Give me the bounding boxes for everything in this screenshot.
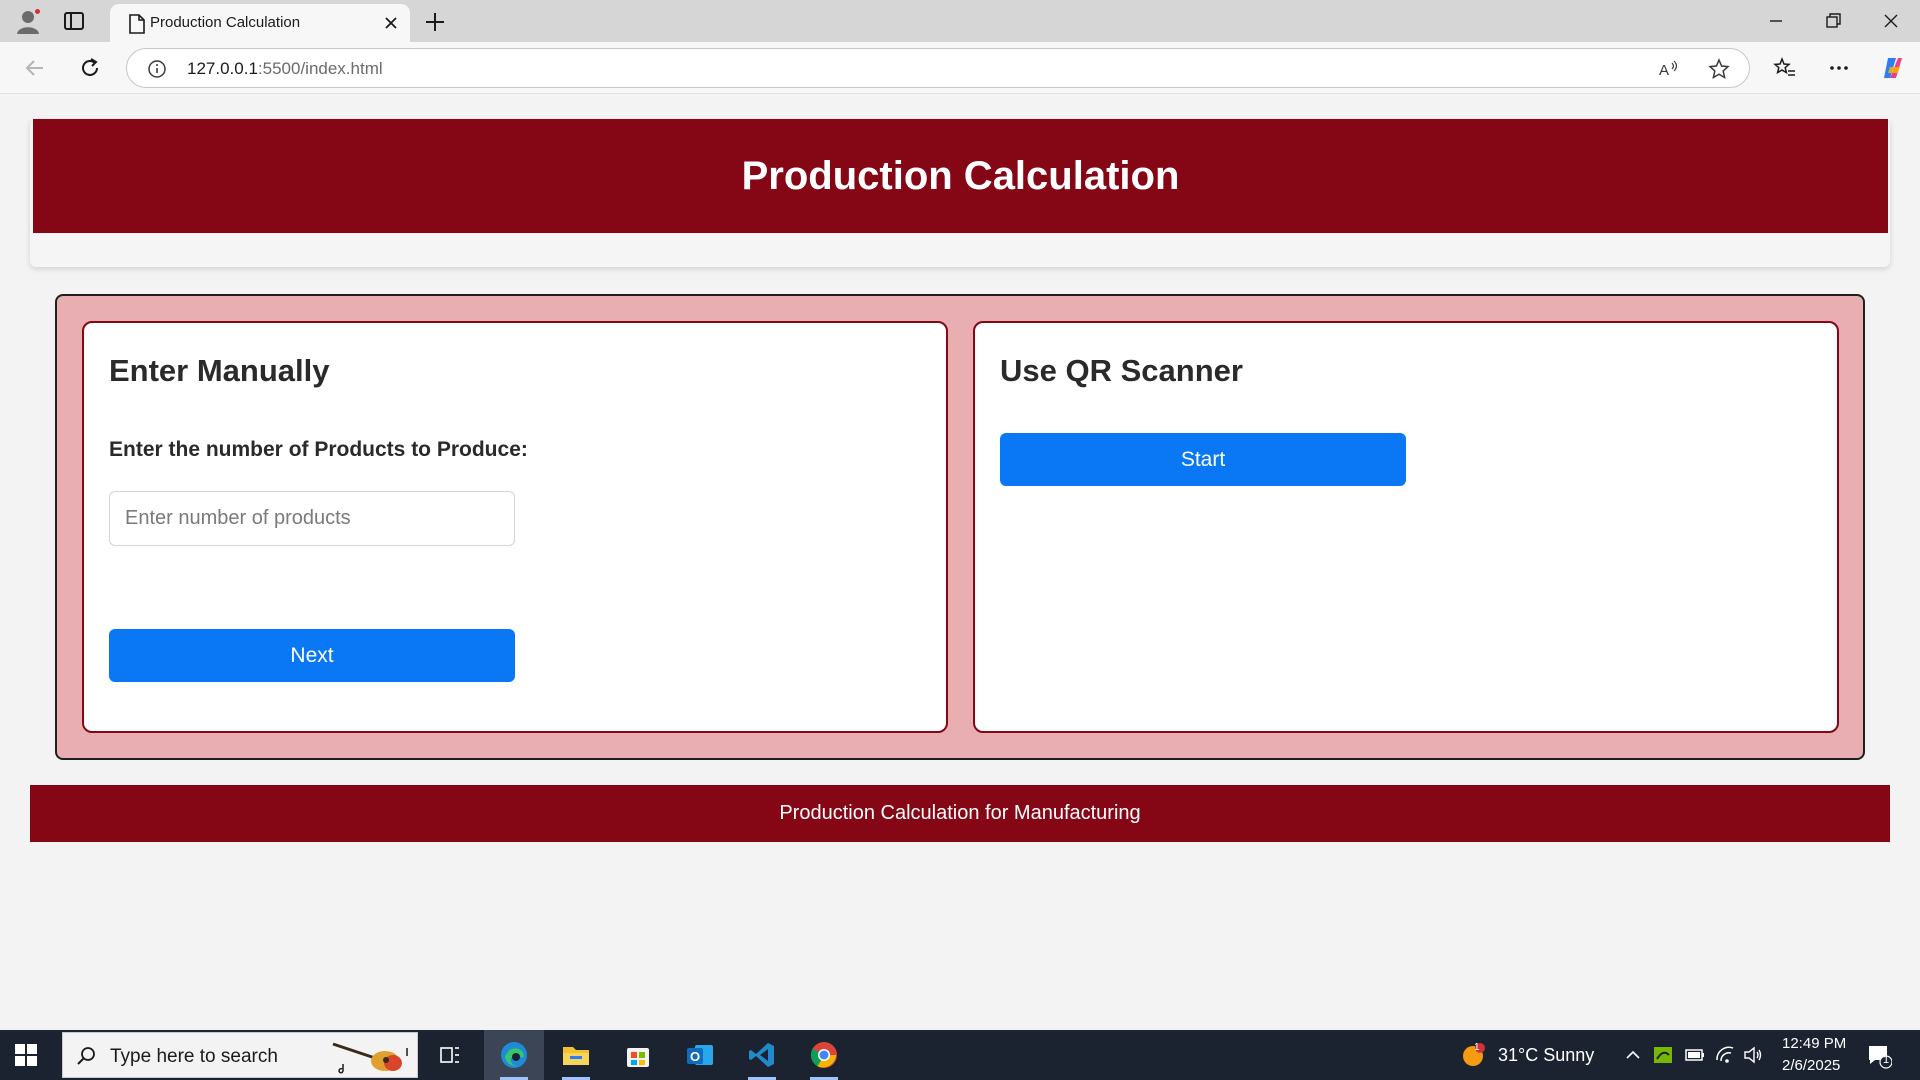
qr-scanner-card: Use QR Scanner Start bbox=[973, 321, 1839, 733]
windows-start-icon[interactable] bbox=[14, 1043, 38, 1067]
page-viewport: Production Calculation Enter Manually En… bbox=[5, 95, 1915, 1025]
page-title: Production Calculation bbox=[741, 153, 1180, 198]
outlook-icon[interactable]: O bbox=[670, 1030, 730, 1080]
wifi-icon[interactable] bbox=[1714, 1044, 1736, 1066]
notification-count: 1 bbox=[1883, 1054, 1890, 1066]
site-info-icon[interactable] bbox=[147, 59, 167, 79]
edge-browser-icon[interactable] bbox=[484, 1030, 544, 1080]
search-placeholder: Type here to search bbox=[110, 1046, 278, 1067]
file-explorer-icon[interactable] bbox=[546, 1030, 606, 1080]
start-scan-button[interactable]: Start bbox=[1000, 433, 1406, 486]
page-document-icon bbox=[128, 14, 146, 34]
notification-dot bbox=[33, 7, 42, 16]
product-count-label: Enter the number of Products to Produce: bbox=[109, 438, 528, 461]
search-icon bbox=[75, 1045, 97, 1067]
new-tab-plus-icon[interactable] bbox=[422, 9, 448, 35]
profile-avatar-icon[interactable] bbox=[14, 7, 42, 35]
clock-date[interactable]: 2/6/2025 bbox=[1782, 1057, 1840, 1074]
manual-entry-heading: Enter Manually bbox=[109, 353, 330, 388]
favorites-icon[interactable] bbox=[1772, 55, 1798, 81]
tab-actions-icon[interactable] bbox=[62, 9, 86, 33]
tab-production-calculation[interactable]: Production Calculation bbox=[110, 4, 410, 42]
svg-text:A: A bbox=[1659, 62, 1669, 79]
tab-title: Production Calculation bbox=[150, 14, 301, 31]
microsoft-store-icon[interactable] bbox=[608, 1030, 668, 1080]
next-button[interactable]: Next bbox=[109, 629, 515, 682]
url-path: :5500/index.html bbox=[257, 59, 383, 78]
more-options-icon[interactable] bbox=[1826, 55, 1852, 81]
taskbar-search-box[interactable]: Type here to search bbox=[62, 1032, 418, 1078]
volume-icon[interactable] bbox=[1742, 1044, 1764, 1066]
header-band: Production Calculation bbox=[33, 119, 1888, 233]
header: Production Calculation bbox=[30, 119, 1890, 267]
show-hidden-icons-chevron-icon[interactable] bbox=[1622, 1044, 1644, 1066]
footer-text: Production Calculation for Manufacturing bbox=[779, 802, 1141, 824]
windows-taskbar: Type here to search O 1 31°C Sunny 12:49… bbox=[0, 1030, 1920, 1080]
chrome-icon[interactable] bbox=[794, 1030, 854, 1080]
product-count-input[interactable] bbox=[109, 491, 515, 546]
restore-window-icon[interactable] bbox=[1820, 8, 1846, 34]
options-container: Enter Manually Enter the number of Produ… bbox=[55, 294, 1865, 760]
battery-icon[interactable] bbox=[1684, 1044, 1706, 1066]
manual-entry-card: Enter Manually Enter the number of Produ… bbox=[82, 321, 948, 733]
url-host: 127.0.0.1 bbox=[187, 59, 258, 78]
browser-tab-bar: Production Calculation bbox=[0, 0, 1920, 42]
task-view-icon[interactable] bbox=[420, 1030, 480, 1080]
back-arrow-icon[interactable] bbox=[22, 55, 48, 81]
tab-close-icon[interactable] bbox=[380, 12, 402, 34]
vscode-icon[interactable] bbox=[732, 1030, 792, 1080]
url-bar[interactable]: 127.0.0.1:5500/index.html A bbox=[126, 48, 1750, 88]
minimize-icon[interactable] bbox=[1763, 8, 1789, 34]
svg-text:O: O bbox=[690, 1049, 700, 1064]
footer: Production Calculation for Manufacturing bbox=[30, 785, 1890, 842]
weather-badge: 1 bbox=[1474, 1042, 1480, 1053]
qr-scanner-heading: Use QR Scanner bbox=[1000, 353, 1243, 388]
search-highlight-guitar-icon bbox=[329, 1038, 417, 1074]
nvidia-tray-icon[interactable] bbox=[1652, 1044, 1674, 1066]
weather-sun-icon[interactable] bbox=[1460, 1042, 1486, 1068]
favorite-star-icon[interactable] bbox=[1707, 57, 1731, 81]
clock-time[interactable]: 12:49 PM bbox=[1782, 1035, 1846, 1052]
read-aloud-icon[interactable]: A bbox=[1657, 57, 1681, 81]
weather-text[interactable]: 31°C Sunny bbox=[1498, 1045, 1594, 1066]
refresh-icon[interactable] bbox=[77, 55, 103, 81]
browser-address-bar: 127.0.0.1:5500/index.html A bbox=[0, 42, 1920, 94]
copilot-icon[interactable] bbox=[1880, 55, 1906, 81]
close-window-icon[interactable] bbox=[1878, 8, 1904, 34]
url-text: 127.0.0.1:5500/index.html bbox=[187, 59, 383, 79]
